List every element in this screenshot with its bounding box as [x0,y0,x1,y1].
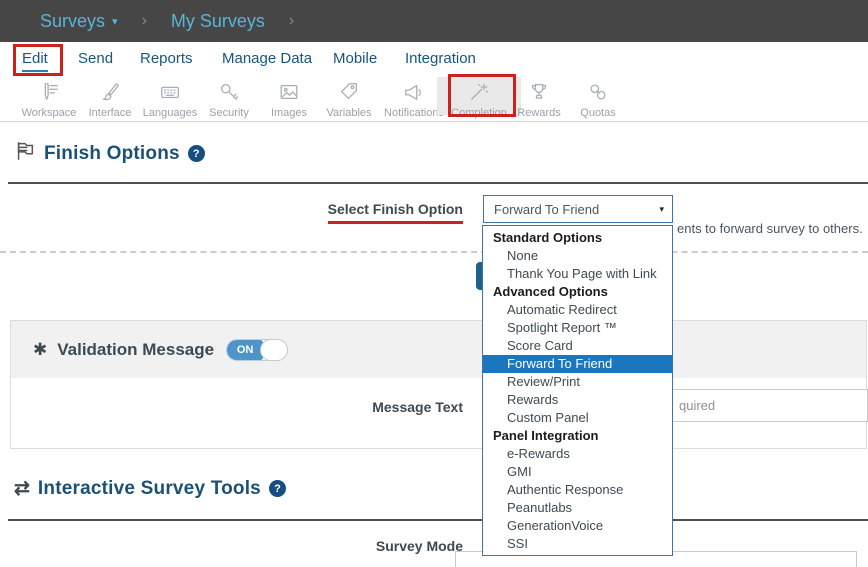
finish-options-header: Finish Options ? [14,140,205,167]
breadcrumb-separator-icon: › [142,12,147,30]
toggle-knob[interactable] [260,339,288,361]
interactive-tools-header: ⇄ Interactive Survey Tools ? [14,477,286,500]
menu-tab-mobile[interactable]: Mobile [333,50,377,67]
survey-mode-label: Survey Mode [180,538,463,554]
quotas-icon [556,81,640,105]
menu-tab-send[interactable]: Send [78,50,113,67]
menu-tab-integration[interactable]: Integration [405,50,476,67]
breadcrumb-my-surveys[interactable]: My Surveys [171,11,265,32]
select-finish-option-label: Select Finish Option [180,201,463,224]
dropdown-option-peanutlabs[interactable]: Peanutlabs [483,499,672,517]
dropdown-option-custom-panel[interactable]: Custom Panel [483,409,672,427]
breadcrumb-surveys[interactable]: Surveys [40,11,105,32]
section-divider [8,519,868,521]
toggle-on-label: ON [227,340,263,360]
main-menu-bar: Edit Send Reports Manage Data Mobile Integrat… [0,42,868,78]
app-screen: Surveys ▾ › My Surveys › Edit Send Reports… [0,0,868,567]
chevron-down-icon[interactable]: ▾ [112,15,118,28]
dropdown-group-advanced-options: Advanced Options [483,283,672,301]
dropdown-option-automatic-redirect[interactable]: Automatic Redirect [483,301,672,319]
arrows-exchange-icon: ⇄ [14,477,30,500]
message-text-label: Message Text [180,399,463,415]
asterisk-icon: ✱ [33,340,47,360]
menu-tab-reports[interactable]: Reports [140,50,193,67]
dropdown-option-thank-you-page-with-link[interactable]: Thank You Page with Link [483,265,672,283]
finish-option-selected-value: Forward To Friend [494,202,599,217]
breadcrumb-separator-icon: › [289,12,294,30]
dropdown-option-rewards[interactable]: Rewards [483,391,672,409]
finish-options-title: Finish Options [44,143,180,165]
dropdown-option-gmi[interactable]: GMI [483,463,672,481]
section-divider [8,182,868,184]
select-caret-icon: ▾ [659,204,664,215]
dropdown-option-ssi[interactable]: SSI [483,535,672,553]
finish-option-select[interactable]: Forward To Friend ▾ [483,195,673,223]
forward-survey-note-text: ents to forward survey to others. [677,221,863,236]
dropdown-option-review-print[interactable]: Review/Print [483,373,672,391]
menu-tab-manage-data[interactable]: Manage Data [222,50,312,67]
interactive-tools-title: Interactive Survey Tools [38,478,261,500]
toolbar-item-label: Quotas [556,107,640,119]
top-navigation-bar: Surveys ▾ › My Surveys › [0,0,868,42]
validation-message-section: ✱ Validation Message ON [10,320,867,449]
dashed-divider [0,251,868,253]
dropdown-option-spotlight-report-[interactable]: Spotlight Report ™ [483,319,672,337]
toolbar-item-quotas[interactable]: Quotas [556,79,640,119]
dropdown-option-authentic-response[interactable]: Authentic Response [483,481,672,499]
forward-survey-note: ents to forward survey to others. ? [677,221,868,236]
dropdown-group-panel-integration: Panel Integration [483,427,672,445]
dropdown-option-e-rewards[interactable]: e-Rewards [483,445,672,463]
flag-icon [14,140,36,167]
validation-message-toggle[interactable]: ON [226,339,288,361]
dropdown-group-standard-options: Standard Options [483,229,672,247]
finish-option-dropdown-list: Standard OptionsNoneThank You Page with … [482,225,673,556]
dropdown-option-none[interactable]: None [483,247,672,265]
dropdown-option-forward-to-friend[interactable]: Forward To Friend [483,355,672,373]
validation-message-title: Validation Message [57,340,214,360]
help-icon[interactable]: ? [188,145,205,162]
menu-tab-edit[interactable]: Edit [22,50,48,72]
message-text-value: quired [679,398,715,413]
dropdown-option-score-card[interactable]: Score Card [483,337,672,355]
dropdown-option-generationvoice[interactable]: GenerationVoice [483,517,672,535]
validation-message-header: ✱ Validation Message ON [11,321,866,378]
help-icon[interactable]: ? [269,480,286,497]
edit-toolbar: WorkspaceInterfaceLanguagesSecurityImage… [0,77,868,122]
